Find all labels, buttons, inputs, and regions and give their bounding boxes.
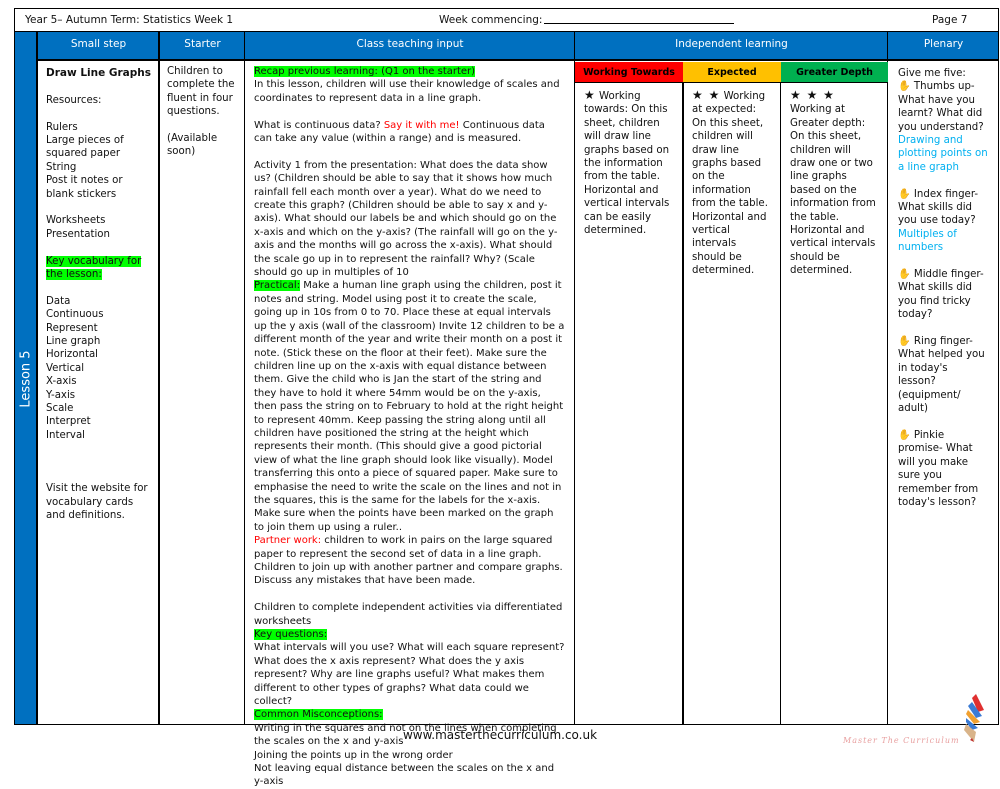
plenary-item: ✋ Ring finger- What helped you in today'… (898, 336, 985, 415)
plenary-item: ✋ Thumbs up- What have you learnt? What … (898, 81, 984, 133)
starter-cell: Children to complete the fluent in four … (161, 61, 244, 725)
working-towards-cell: ★ Working towards: On this sheet, childr… (576, 84, 682, 725)
practical-label: Practical: (254, 280, 301, 292)
header-small-step: Small step (37, 32, 160, 61)
vocab-item: Interpret (46, 416, 91, 428)
recap-label: Recap previous learning: (Q1 on the star… (254, 66, 476, 77)
expected-cell: ★ ★ Working at expected: On this sheet, … (684, 84, 780, 725)
key-questions: What intervals will you use? What will e… (254, 642, 565, 708)
header-plenary: Plenary (888, 32, 999, 61)
greater-depth-cell: ★ ★ ★ Working at Greater depth: On this … (781, 84, 887, 725)
hand-icon: ✋ (898, 269, 911, 281)
continuous-data-paragraph: What is continuous data? Say it with me!… (254, 119, 545, 145)
divider (574, 32, 575, 725)
page-header: Year 5– Autumn Term: Statistics Week 1 W… (14, 8, 999, 32)
lesson-title: Year 5– Autumn Term: Statistics Week 1 (25, 14, 234, 26)
divider (158, 32, 160, 725)
plenary-item: ✋ Middle finger- What skills did you fin… (898, 269, 984, 321)
material-item: Presentation (46, 228, 110, 240)
expected-text: Working at expected: On this sheet, chil… (692, 91, 768, 277)
vocab-item: Vertical (46, 362, 85, 374)
star-icon: ★ (584, 88, 596, 102)
page-number: Page 7 (932, 14, 968, 26)
star-icon: ★ ★ (692, 88, 721, 102)
starter-text: Children to complete the fluent in four … (167, 66, 235, 118)
vocab-item: Y-axis (46, 389, 76, 401)
activity-1: Activity 1 from the presentation: What d… (254, 159, 558, 279)
vocab-item: Data (46, 295, 71, 307)
plenary-answer: Multiples of numbers (898, 228, 957, 254)
brand-name: Master The Curriculum (843, 736, 960, 745)
vocab-item: Interval (46, 429, 86, 441)
hand-icon: ✋ (898, 81, 911, 93)
pencil-logo-icon (964, 694, 984, 742)
vocab-item: Represent (46, 322, 98, 334)
misconception-item: Not leaving equal distance between the s… (254, 763, 555, 788)
plenary-answer: Drawing and plotting points on a line gr… (898, 135, 988, 173)
level-working-towards: Working Towards (575, 62, 683, 83)
misconceptions-label: Common Misconceptions: (254, 709, 383, 721)
resource-item: Rulers (46, 121, 78, 133)
week-commencing-label: Week commencing: (439, 14, 543, 26)
say-it-prompt: Say it with me! (383, 119, 460, 131)
small-step-cell: Draw Line Graphs Resources: Rulers Large… (40, 61, 158, 725)
key-questions-label: Key questions: (254, 629, 328, 641)
plenary-item: ✋ Index finger- What skills did you use … (898, 188, 979, 227)
divider (36, 32, 38, 725)
resource-item: Post it notes or blank stickers (46, 175, 123, 200)
vocab-item: Scale (46, 403, 74, 415)
partner-work-label: Partner work: (254, 535, 322, 547)
class-teaching-cell: Recap previous learning: (Q1 on the star… (245, 61, 574, 787)
plenary-intro: Give me five: (898, 68, 966, 79)
greater-depth-text: Working at Greater depth: On this sheet,… (790, 104, 876, 277)
teaching-intro: In this lesson, children will use their … (254, 79, 560, 104)
header-independent: Independent learning (575, 32, 888, 61)
vocab-item: Line graph (46, 336, 101, 348)
lesson-label: Lesson 5 (18, 349, 34, 408)
vocab-label: Key vocabulary for the lesson: (46, 255, 142, 281)
small-step-title: Draw Line Graphs (46, 67, 151, 79)
level-expected: Expected (683, 62, 781, 83)
working-towards-text: Working towards: On this sheet, children… (584, 91, 670, 237)
website-note: Visit the website for vocabulary cards a… (46, 483, 148, 522)
vocab-item: Horizontal (46, 349, 99, 361)
hand-icon: ✋ (898, 336, 911, 348)
plenary-item: ✋ Pinkie promise- What will you make sur… (898, 429, 979, 508)
level-greater-depth: Greater Depth (781, 62, 888, 83)
material-item: Worksheets (46, 215, 106, 227)
header-class-teaching: Class teaching input (245, 32, 575, 61)
star-icon: ★ ★ ★ (790, 88, 835, 102)
starter-availability: (Available soon) (167, 133, 218, 158)
resources-label: Resources: (46, 94, 102, 106)
hand-icon: ✋ (898, 429, 911, 441)
week-commencing-blank (544, 23, 735, 24)
partner-work-paragraph: Partner work: children to work in pairs … (254, 535, 563, 587)
table-right-border (998, 8, 999, 725)
vocab-item: X-axis (46, 376, 77, 388)
plenary-cell: Give me five: ✋ Thumbs up- What have you… (888, 61, 998, 725)
misconception-item: Joining the points up in the wrong order (254, 749, 453, 761)
lesson-sidebar: Lesson 5 (14, 32, 37, 725)
vocab-item: Continuous (46, 309, 104, 321)
independent-note: Children to complete independent activit… (254, 602, 563, 627)
resource-item: String (46, 161, 77, 173)
resource-item: Large pieces of squared paper (46, 135, 124, 160)
hand-icon: ✋ (898, 188, 911, 200)
header-starter: Starter (160, 32, 245, 61)
week-commencing: Week commencing: (439, 14, 735, 26)
practical-paragraph: Practical: Make a human line graph using… (254, 280, 565, 533)
